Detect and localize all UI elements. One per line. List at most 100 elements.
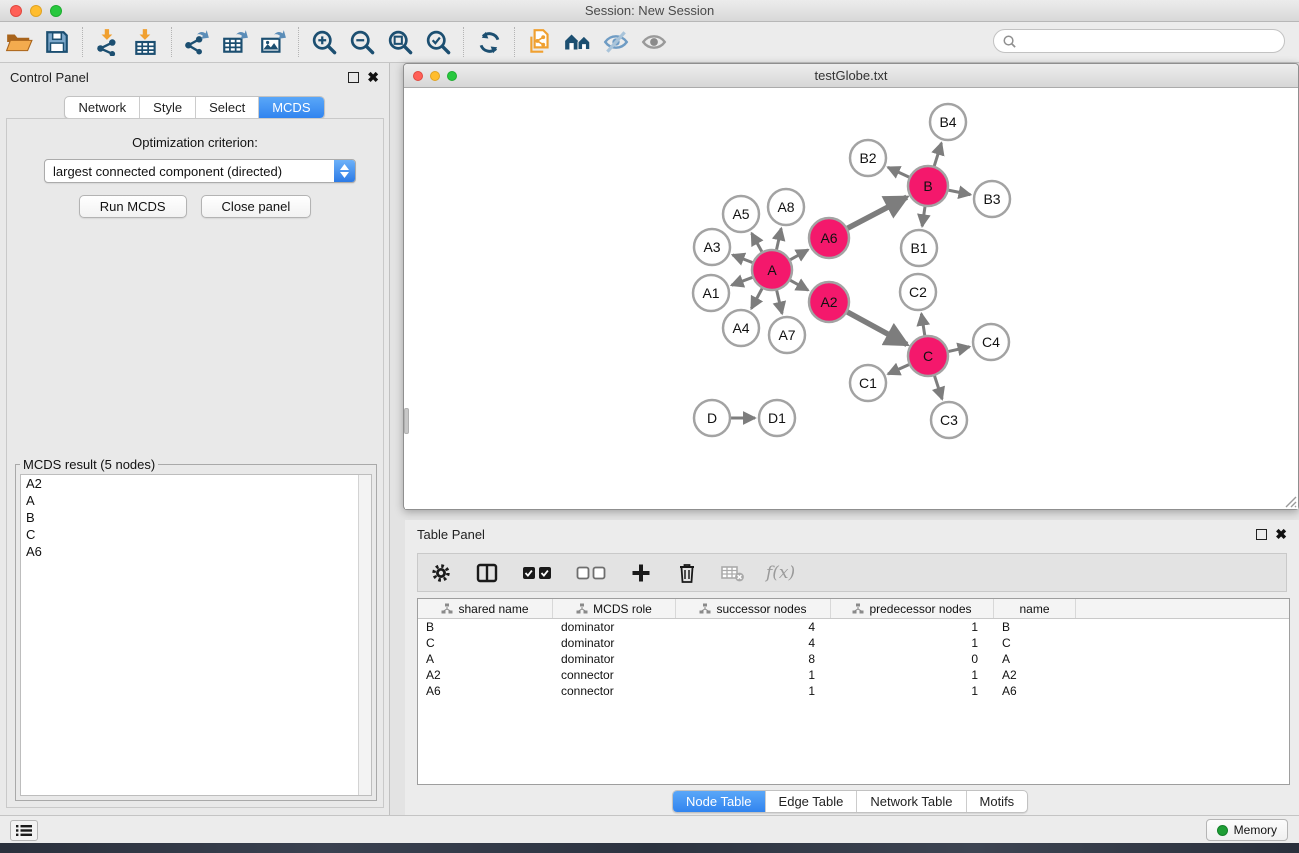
open-file-button[interactable] <box>0 26 38 58</box>
float-table-panel-icon[interactable] <box>1256 529 1267 540</box>
close-panel-icon[interactable]: ✖ <box>367 72 379 83</box>
edge-B-B4[interactable] <box>934 143 941 167</box>
criterion-dropdown[interactable]: largest connected component (directed) <box>44 159 356 183</box>
network-window-titlebar[interactable]: testGlobe.txt <box>404 64 1298 88</box>
edge-B-B2[interactable] <box>888 167 910 177</box>
new-network-from-selection-button[interactable] <box>521 26 559 58</box>
node-table[interactable]: shared nameMCDS rolesuccessor nodesprede… <box>417 598 1290 785</box>
table-row[interactable]: Adominator80A <box>418 651 1289 667</box>
mcds-result-item[interactable]: A <box>21 492 371 509</box>
edge-A-A5[interactable] <box>752 233 763 252</box>
column-header-predecessor-nodes[interactable]: predecessor nodes <box>831 599 994 618</box>
search-input[interactable] <box>1017 34 1284 49</box>
export-image-button[interactable] <box>254 26 292 58</box>
table-settings-button[interactable] <box>428 560 454 586</box>
import-table-button[interactable] <box>127 26 165 58</box>
column-header-shared-name[interactable]: shared name <box>418 599 553 618</box>
mcds-result-item[interactable]: A2 <box>21 475 371 492</box>
refresh-button[interactable] <box>470 26 508 58</box>
function-builder-button[interactable]: f(x) <box>766 563 795 583</box>
node-B[interactable]: B <box>908 166 948 206</box>
delete-column-button[interactable] <box>674 560 700 586</box>
node-C[interactable]: C <box>908 336 948 376</box>
import-network-button[interactable] <box>89 26 127 58</box>
edge-A-A8[interactable] <box>776 228 781 250</box>
node-A4[interactable]: A4 <box>723 310 759 346</box>
node-B3[interactable]: B3 <box>974 181 1010 217</box>
edge-A-A6[interactable] <box>789 250 808 260</box>
edge-A-A4[interactable] <box>751 288 762 309</box>
close-table-panel-icon[interactable]: ✖ <box>1275 529 1287 540</box>
tab-style[interactable]: Style <box>140 97 196 118</box>
hide-selected-button[interactable] <box>597 26 635 58</box>
network-graph[interactable]: B4B2BB3B1A5A8A6A3AA1A4A7A2C2C4CC1C3DD1 <box>405 89 1298 509</box>
select-all-button[interactable] <box>520 560 554 586</box>
node-B2[interactable]: B2 <box>850 140 886 176</box>
edge-A-A2[interactable] <box>789 280 808 290</box>
node-A8[interactable]: A8 <box>768 189 804 225</box>
table-row[interactable]: Bdominator41B <box>418 619 1289 635</box>
edge-A6-B[interactable] <box>847 197 907 229</box>
zoom-in-button[interactable] <box>305 26 343 58</box>
mcds-result-item[interactable]: B <box>21 509 371 526</box>
search-box[interactable] <box>993 29 1285 53</box>
edge-B-B3[interactable] <box>948 190 971 195</box>
node-D[interactable]: D <box>694 400 730 436</box>
node-C1[interactable]: C1 <box>850 365 886 401</box>
table-tab-node-table[interactable]: Node Table <box>673 791 766 812</box>
node-B4[interactable]: B4 <box>930 104 966 140</box>
tab-network[interactable]: Network <box>65 97 140 118</box>
edge-A2-C[interactable] <box>847 312 907 345</box>
edge-A-A3[interactable] <box>733 255 754 263</box>
first-neighbors-button[interactable] <box>559 26 597 58</box>
mcds-result-item[interactable]: C <box>21 526 371 543</box>
node-B1[interactable]: B1 <box>901 230 937 266</box>
node-A6[interactable]: A6 <box>809 218 849 258</box>
save-session-button[interactable] <box>38 26 76 58</box>
node-C3[interactable]: C3 <box>931 402 967 438</box>
edge-C-C4[interactable] <box>948 347 970 352</box>
node-C4[interactable]: C4 <box>973 324 1009 360</box>
network-vertical-scroll-nub[interactable] <box>404 408 409 434</box>
result-scrollbar[interactable] <box>358 475 371 795</box>
table-tab-edge-table[interactable]: Edge Table <box>766 791 858 812</box>
export-network-button[interactable] <box>178 26 216 58</box>
table-tab-network-table[interactable]: Network Table <box>857 791 966 812</box>
node-A5[interactable]: A5 <box>723 196 759 232</box>
export-table-button[interactable] <box>216 26 254 58</box>
edge-C-C2[interactable] <box>921 314 925 337</box>
edge-A-A1[interactable] <box>732 277 754 285</box>
float-panel-icon[interactable] <box>348 72 359 83</box>
zoom-selected-button[interactable] <box>419 26 457 58</box>
node-A7[interactable]: A7 <box>769 317 805 353</box>
deselect-all-button[interactable] <box>574 560 608 586</box>
table-tab-motifs[interactable]: Motifs <box>967 791 1028 812</box>
node-A[interactable]: A <box>752 250 792 290</box>
column-header-name[interactable]: name <box>994 599 1076 618</box>
zoom-out-button[interactable] <box>343 26 381 58</box>
close-panel-button[interactable]: Close panel <box>201 195 312 218</box>
node-A1[interactable]: A1 <box>693 275 729 311</box>
node-A3[interactable]: A3 <box>694 229 730 265</box>
mcds-result-list[interactable]: A2ABCA6 <box>20 474 372 796</box>
tab-mcds[interactable]: MCDS <box>259 97 323 118</box>
edge-C-C1[interactable] <box>888 364 910 374</box>
split-table-button[interactable] <box>474 560 500 586</box>
table-row[interactable]: Cdominator41C <box>418 635 1289 651</box>
memory-button[interactable]: Memory <box>1206 819 1288 841</box>
show-all-button[interactable] <box>635 26 673 58</box>
edge-B-B1[interactable] <box>922 206 925 226</box>
tab-select[interactable]: Select <box>196 97 259 118</box>
table-row[interactable]: A6connector11A6 <box>418 683 1289 699</box>
edge-C-C3[interactable] <box>934 375 942 399</box>
network-canvas[interactable]: B4B2BB3B1A5A8A6A3AA1A4A7A2C2C4CC1C3DD1 <box>405 89 1298 509</box>
table-row[interactable]: A2connector11A2 <box>418 667 1289 683</box>
node-D1[interactable]: D1 <box>759 400 795 436</box>
add-column-button[interactable] <box>628 560 654 586</box>
mcds-result-item[interactable]: A6 <box>21 543 371 560</box>
show-panels-button[interactable] <box>10 820 38 841</box>
zoom-fit-button[interactable] <box>381 26 419 58</box>
delete-table-button[interactable] <box>720 560 746 586</box>
node-A2[interactable]: A2 <box>809 282 849 322</box>
column-header-successor-nodes[interactable]: successor nodes <box>676 599 831 618</box>
